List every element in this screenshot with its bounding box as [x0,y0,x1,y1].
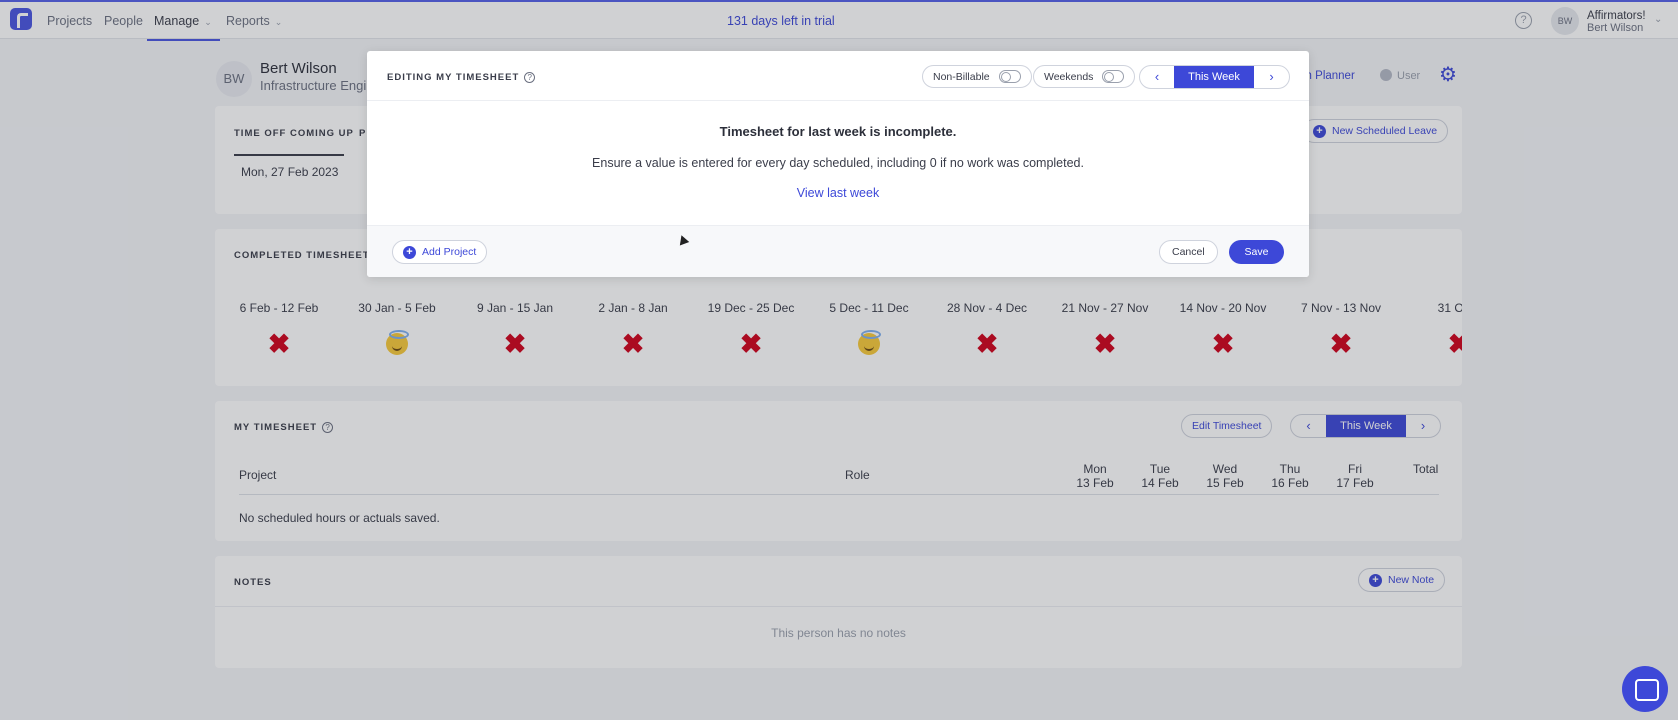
edit-timesheet-modal: EDITING MY TIMESHEET? Non-Billable Weeke… [367,51,1309,277]
non-billable-label: Non-Billable [933,70,990,83]
modal-title-text: EDITING MY TIMESHEET [387,72,520,83]
this-week-button[interactable]: This Week [1174,66,1254,88]
add-project-label: Add Project [422,246,477,258]
plus-icon: + [403,245,416,259]
next-week-arrow-icon[interactable]: › [1254,66,1289,88]
prev-week-arrow-icon[interactable]: ‹ [1140,66,1174,88]
modal-week-navigator: ‹ This Week › [1139,65,1290,89]
help-icon[interactable]: ? [524,72,536,83]
modal-title: EDITING MY TIMESHEET? [387,72,536,83]
chat-support-icon[interactable] [1622,666,1668,712]
incomplete-warning-text: Ensure a value is entered for every day … [592,156,1084,170]
weekends-toggle[interactable]: Weekends [1033,65,1136,88]
save-button[interactable]: Save [1229,240,1284,264]
incomplete-warning-title: Timesheet for last week is incomplete. [719,124,957,139]
non-billable-toggle[interactable]: Non-Billable [922,65,1032,88]
modal-header: EDITING MY TIMESHEET? Non-Billable Weeke… [367,51,1309,101]
add-project-button[interactable]: + Add Project [392,240,488,264]
weekends-label: Weekends [1044,70,1094,83]
toggle-switch-icon[interactable] [1102,70,1125,83]
toggle-switch-icon[interactable] [998,70,1021,83]
view-last-week-link[interactable]: View last week [367,186,1309,200]
cancel-button[interactable]: Cancel [1159,240,1218,264]
